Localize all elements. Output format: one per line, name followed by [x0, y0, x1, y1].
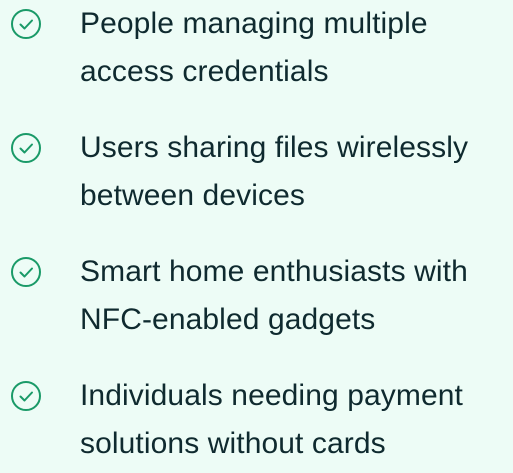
checklist-item-line: between devices	[80, 179, 305, 212]
checklist-item-line: NFC-enabled gadgets	[80, 303, 376, 336]
checklist-item-line: People managing multiple	[80, 7, 428, 40]
checklist-item-line: access credentials	[80, 55, 329, 88]
checklist-item: Individuals needing payment solutions wi…	[0, 372, 513, 468]
checklist-item-line: solutions without cards	[80, 427, 386, 460]
checklist-item-text: Individuals needing payment solutions wi…	[80, 372, 512, 468]
checklist-item-line: Users sharing files wirelessly	[80, 131, 469, 164]
checklist-item: Users sharing files wirelessly between d…	[0, 124, 513, 220]
checklist-item-line: Individuals needing payment	[80, 379, 463, 412]
checklist-item-text: Users sharing files wirelessly between d…	[80, 124, 512, 220]
checklist-item-text: People managing multiple access credenti…	[80, 0, 512, 96]
check-circle-icon	[11, 381, 41, 411]
checklist-item-line: Smart home enthusiasts with	[80, 255, 468, 288]
checklist-item-text: Smart home enthusiasts with NFC-enabled …	[80, 248, 512, 344]
check-circle-icon	[11, 133, 41, 163]
check-circle-icon	[11, 9, 41, 39]
checklist-item: Smart home enthusiasts with NFC-enabled …	[0, 248, 513, 344]
checklist-item: People managing multiple access credenti…	[0, 0, 513, 96]
audience-checklist: People managing multiple access credenti…	[0, 0, 513, 473]
check-circle-icon	[11, 257, 41, 287]
